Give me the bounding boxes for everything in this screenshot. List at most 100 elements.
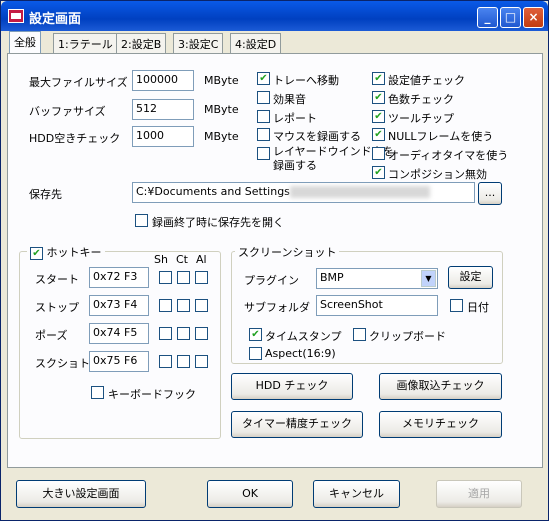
hotkey-pause-shift-checkbox[interactable] bbox=[159, 327, 172, 340]
hotkey-col-ctrl: Ct bbox=[176, 253, 188, 266]
hotkey-pause-alt-checkbox[interactable] bbox=[195, 327, 208, 340]
hotkey-screenshot-shift-checkbox[interactable] bbox=[159, 355, 172, 368]
max-file-size-unit: MByte bbox=[204, 74, 239, 87]
hotkey-start-label: スタート bbox=[35, 273, 79, 286]
ok-button[interactable]: OK bbox=[207, 480, 293, 508]
hotkey-screenshot-alt-checkbox[interactable] bbox=[195, 355, 208, 368]
hotkey-screenshot-ctrl-checkbox[interactable] bbox=[177, 355, 190, 368]
hotkey-start-shift-checkbox[interactable] bbox=[159, 271, 172, 284]
option-value-check-checkbox[interactable] bbox=[372, 72, 385, 85]
cancel-button[interactable]: キャンセル bbox=[313, 480, 400, 508]
plugin-select[interactable]: BMP ▼ bbox=[316, 268, 438, 289]
hotkey-title: ホットキー bbox=[46, 246, 102, 259]
plugin-label: プラグイン bbox=[244, 274, 299, 287]
hotkey-start-input[interactable]: 0x72 F3 bbox=[89, 267, 149, 288]
timestamp-label: タイムスタンプ bbox=[265, 330, 342, 343]
hotkey-enable-checkbox[interactable] bbox=[30, 246, 43, 260]
option-tooltip-checkbox[interactable] bbox=[372, 110, 385, 123]
timer-precision-check-button[interactable]: タイマー精度チェック bbox=[231, 411, 363, 438]
keyboard-hook-checkbox[interactable] bbox=[91, 386, 104, 399]
app-icon bbox=[8, 9, 24, 23]
hotkey-screenshot-input[interactable]: 0x75 F6 bbox=[89, 351, 149, 372]
option-layered-window-checkbox[interactable] bbox=[257, 147, 270, 160]
hotkey-pause-ctrl-checkbox[interactable] bbox=[177, 327, 190, 340]
hotkey-screenshot-label: スクショト bbox=[35, 357, 90, 370]
subfolder-label: サブフォルダ bbox=[244, 301, 310, 314]
max-file-size-label: 最大ファイルサイズ bbox=[29, 76, 128, 89]
plugin-settings-button[interactable]: 設定 bbox=[448, 266, 493, 289]
max-file-size-input[interactable]: 100000 bbox=[132, 70, 194, 91]
maximize-button[interactable]: □ bbox=[500, 7, 521, 28]
hotkey-start-ctrl-checkbox[interactable] bbox=[177, 271, 190, 284]
hdd-check-label: HDD空きチェック bbox=[29, 132, 121, 145]
hotkey-col-shift: Sh bbox=[154, 253, 168, 266]
option-null-frame-label: NULLフレームを使う bbox=[388, 130, 494, 143]
minimize-button[interactable]: _ bbox=[477, 7, 498, 28]
option-null-frame-checkbox[interactable] bbox=[372, 128, 385, 141]
buffer-size-label: バッファサイズ bbox=[29, 105, 106, 118]
buffer-size-unit: MByte bbox=[204, 103, 239, 116]
title-bar[interactable]: 設定画面 _ □ × bbox=[1, 1, 548, 31]
blurred-path-segment bbox=[289, 186, 430, 198]
hotkey-stop-label: ストップ bbox=[35, 301, 79, 314]
timestamp-checkbox[interactable] bbox=[249, 328, 262, 341]
tab-laterale[interactable]: 1:ラテール bbox=[53, 33, 118, 53]
option-sound-effect-checkbox[interactable] bbox=[257, 91, 270, 104]
option-report-label: レポート bbox=[273, 112, 317, 125]
large-settings-button[interactable]: 大きい設定画面 bbox=[16, 480, 146, 508]
option-composition-off-checkbox[interactable] bbox=[372, 166, 385, 179]
option-report-checkbox[interactable] bbox=[257, 110, 270, 123]
hotkey-start-alt-checkbox[interactable] bbox=[195, 271, 208, 284]
hdd-check-button[interactable]: HDD チェック bbox=[231, 373, 353, 400]
buffer-size-input[interactable]: 512 bbox=[132, 99, 194, 120]
date-label: 日付 bbox=[467, 301, 489, 314]
hotkey-pause-label: ポーズ bbox=[35, 329, 68, 342]
hotkey-stop-ctrl-checkbox[interactable] bbox=[177, 299, 190, 312]
option-value-check-label: 設定値チェック bbox=[388, 74, 465, 87]
option-move-to-tray-checkbox[interactable] bbox=[257, 72, 270, 85]
settings-window: 設定画面 _ □ × 全般 1:ラテール 2:設定B 3:設定C 4:設定D 最… bbox=[0, 0, 549, 521]
close-button[interactable]: × bbox=[523, 7, 544, 28]
option-record-mouse-checkbox[interactable] bbox=[257, 128, 270, 141]
hdd-check-unit: MByte bbox=[204, 130, 239, 143]
option-audio-timer-label: オーディオタイマを使う bbox=[388, 149, 509, 162]
option-record-mouse-label: マウスを録画する bbox=[273, 130, 361, 143]
screenshot-title: スクリーンショット bbox=[235, 244, 340, 260]
option-move-to-tray-label: トレーへ移動 bbox=[273, 74, 339, 87]
open-folder-checkbox[interactable] bbox=[135, 214, 148, 227]
hotkey-stop-input[interactable]: 0x73 F4 bbox=[89, 295, 149, 316]
date-checkbox[interactable] bbox=[450, 299, 463, 312]
clipboard-checkbox[interactable] bbox=[353, 328, 366, 341]
hotkey-group-header: ホットキー bbox=[27, 244, 105, 260]
tab-setting-b[interactable]: 2:設定B bbox=[116, 33, 167, 53]
save-to-label: 保存先 bbox=[29, 188, 62, 201]
window-title: 設定画面 bbox=[29, 12, 82, 27]
option-audio-timer-checkbox[interactable] bbox=[372, 147, 385, 160]
option-color-check-label: 色数チェック bbox=[388, 93, 454, 106]
hdd-check-input[interactable]: 1000 bbox=[132, 126, 194, 147]
hotkey-col-alt: Al bbox=[196, 253, 207, 266]
option-sound-effect-label: 効果音 bbox=[273, 93, 306, 106]
hotkey-stop-alt-checkbox[interactable] bbox=[195, 299, 208, 312]
tab-setting-d[interactable]: 4:設定D bbox=[230, 33, 282, 53]
save-to-input[interactable]: C:¥Documents and Settings bbox=[132, 182, 475, 203]
image-capture-check-button[interactable]: 画像取込チェック bbox=[379, 373, 502, 400]
browse-button[interactable]: ... bbox=[478, 182, 502, 205]
tab-general[interactable]: 全般 bbox=[9, 31, 41, 54]
option-composition-off-label: コンポジション無効 bbox=[388, 168, 487, 181]
hotkey-pause-input[interactable]: 0x74 F5 bbox=[89, 323, 149, 344]
subfolder-input[interactable]: ScreenShot bbox=[316, 295, 438, 316]
memory-check-button[interactable]: メモリチェック bbox=[379, 411, 502, 438]
aspect-label: Aspect(16:9) bbox=[265, 347, 336, 360]
chevron-down-icon[interactable]: ▼ bbox=[421, 270, 436, 287]
option-color-check-checkbox[interactable] bbox=[372, 91, 385, 104]
keyboard-hook-label: キーボードフック bbox=[108, 388, 196, 401]
aspect-checkbox[interactable] bbox=[249, 347, 262, 360]
hotkey-stop-shift-checkbox[interactable] bbox=[159, 299, 172, 312]
tab-setting-c[interactable]: 3:設定C bbox=[173, 33, 224, 53]
clipboard-label: クリップボード bbox=[369, 330, 446, 343]
open-folder-label: 録画終了時に保存先を開く bbox=[152, 216, 284, 229]
apply-button[interactable]: 適用 bbox=[436, 480, 522, 508]
plugin-value: BMP bbox=[320, 271, 344, 284]
save-to-value: C:¥Documents and Settings bbox=[136, 185, 290, 198]
